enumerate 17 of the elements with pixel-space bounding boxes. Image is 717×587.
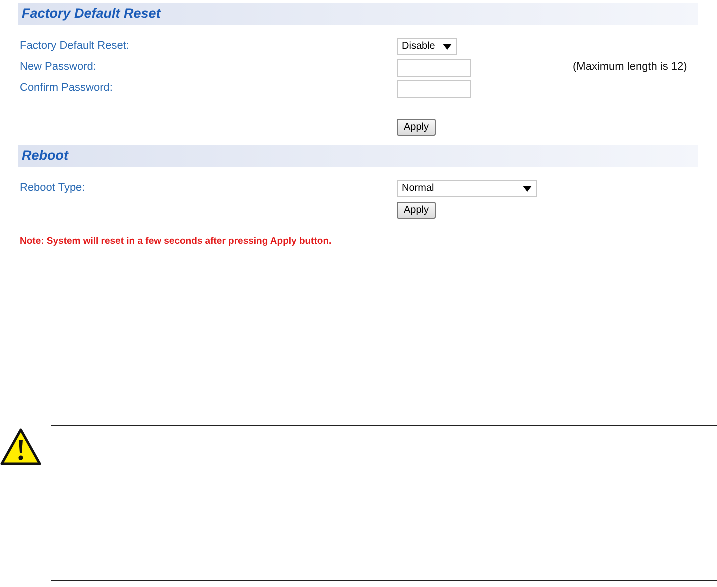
apply-button[interactable]: Apply bbox=[397, 119, 436, 136]
field-label: Factory Default Reset: bbox=[20, 39, 130, 54]
field-label: New Password: bbox=[20, 60, 98, 76]
caret-icon bbox=[523, 186, 532, 192]
password-field[interactable] bbox=[397, 58, 471, 76]
dropdown[interactable]: Disable bbox=[397, 38, 457, 55]
section-title: Factory Default Reset bbox=[22, 4, 161, 23]
caret-icon bbox=[443, 44, 452, 50]
dropdown[interactable]: Normal bbox=[397, 180, 537, 197]
field-label: Confirm Password: bbox=[20, 81, 114, 96]
apply-button[interactable]: Apply bbox=[397, 202, 436, 219]
warning-icon bbox=[0, 428, 42, 466]
password-field[interactable] bbox=[397, 80, 471, 98]
hint-text: (Maximum length is 12) bbox=[573, 60, 688, 76]
warning-note: Note: System will reset in a few seconds after pressing Apply button. bbox=[20, 235, 333, 249]
field-label: Reboot Type: bbox=[20, 181, 86, 196]
section-title: Reboot bbox=[22, 146, 68, 165]
